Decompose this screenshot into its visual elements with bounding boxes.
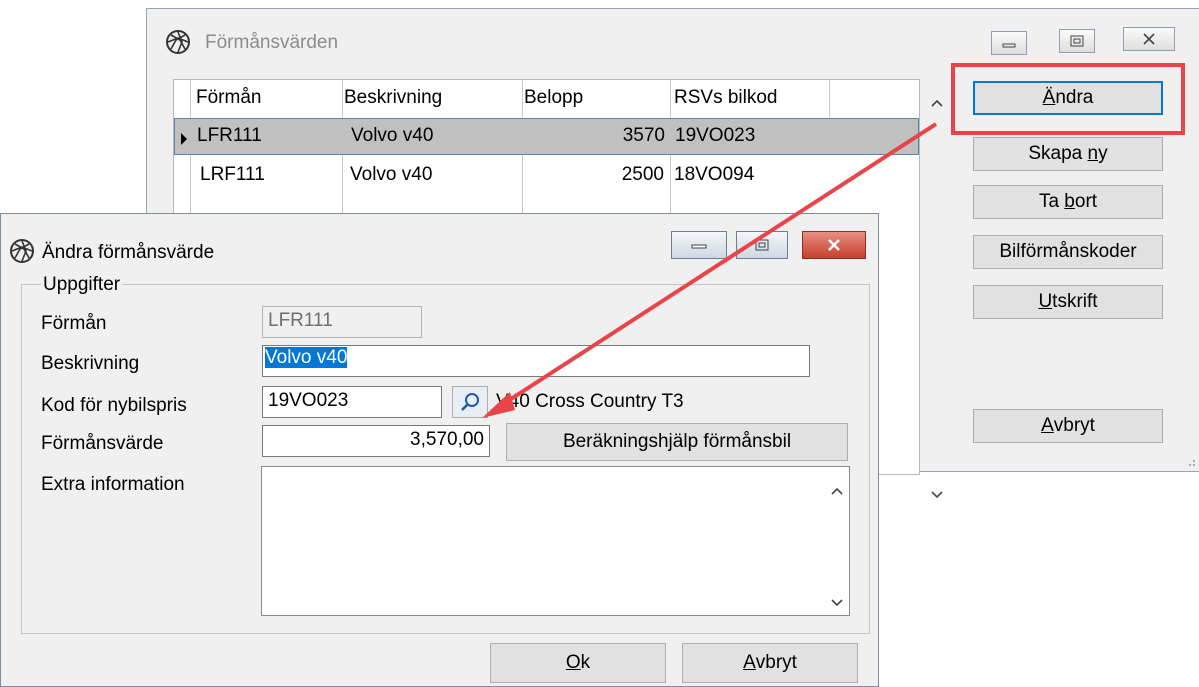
- window-title: Förmånsvärden: [205, 32, 339, 53]
- andra-highlight-callout: [951, 63, 1185, 135]
- lookup-button[interactable]: [452, 386, 488, 418]
- label-forman: Förmån: [41, 313, 107, 334]
- label-extra: Extra information: [41, 474, 185, 495]
- title-bar: Förmånsvärden: [147, 9, 1199, 69]
- kod-input[interactable]: 19VO023: [262, 386, 442, 418]
- ta-bort-label-mnemonic: b: [1064, 191, 1075, 212]
- label-kod: Kod för nybilspris: [41, 395, 187, 416]
- avbryt-label-mnemonic: A: [743, 652, 756, 673]
- maximize-icon: [1070, 35, 1084, 47]
- grid-divider: [829, 80, 830, 118]
- avbryt-label-mnemonic: A: [1041, 415, 1054, 436]
- col-header-belopp[interactable]: Belopp: [524, 87, 583, 109]
- beskrivning-value: Volvo v40: [265, 347, 348, 368]
- ok-button[interactable]: Ok: [490, 643, 666, 683]
- scroll-down-icon[interactable]: [831, 591, 843, 613]
- col-header-bilkod[interactable]: RSVs bilkod: [674, 87, 778, 109]
- dialog-close-button[interactable]: [802, 231, 866, 259]
- dialog-title-bar: Ändra förmånsvärde: [1, 214, 878, 270]
- app-icon: [9, 238, 35, 264]
- skapa-ny-label-post: y: [1098, 143, 1108, 164]
- utskrift-label-post: tskrift: [1052, 291, 1098, 312]
- skapa-ny-label-pre: Skapa: [1028, 143, 1088, 164]
- dialog-minimize-button[interactable]: [671, 231, 727, 259]
- minimize-button[interactable]: [991, 31, 1027, 55]
- formansvarde-value: 3,570,00: [410, 429, 484, 450]
- cell-belopp: 2500: [621, 164, 664, 185]
- berakningshjalp-label: Beräkningshjälp förmånsbil: [562, 431, 792, 452]
- close-button[interactable]: [1123, 27, 1175, 51]
- formansvarde-input[interactable]: 3,570,00: [262, 425, 490, 457]
- close-icon: [828, 239, 840, 251]
- ta-bort-label-post: ort: [1074, 191, 1098, 212]
- berakningshjalp-button[interactable]: Beräkningshjälp förmånsbil: [506, 423, 848, 461]
- minimize-icon: [1002, 43, 1016, 48]
- dialog-maximize-button[interactable]: [736, 231, 788, 259]
- label-formansvarde: Förmånsvärde: [41, 433, 164, 454]
- dialog-avbryt-button[interactable]: Avbryt: [682, 643, 858, 683]
- avbryt-label-post: vbryt: [755, 652, 797, 673]
- avbryt-label-post: vbryt: [1053, 415, 1095, 436]
- ok-label-post: k: [580, 652, 591, 673]
- close-icon: [1143, 33, 1155, 45]
- maximize-button[interactable]: [1059, 29, 1095, 53]
- beskrivning-input[interactable]: Volvo v40: [262, 345, 810, 377]
- col-header-beskrivning[interactable]: Beskrivning: [344, 87, 442, 109]
- ta-bort-button[interactable]: Ta b ort: [973, 185, 1163, 219]
- group-label-uppgifter: Uppgifter: [41, 274, 123, 296]
- bilformanskoder-label: Bilförmånskoder: [999, 241, 1137, 262]
- skapa-ny-button[interactable]: Skapa ny: [973, 137, 1163, 171]
- table-row[interactable]: LRF111 Volvo v40 2500 18VO094: [174, 158, 919, 195]
- kod-description: V40 Cross Country T3: [496, 391, 684, 412]
- ta-bort-label-pre: Ta: [1038, 191, 1065, 212]
- col-header-forman[interactable]: Förmån: [196, 87, 261, 109]
- search-icon: [461, 393, 479, 411]
- skapa-ny-label-mnemonic: n: [1087, 143, 1099, 164]
- cell-bilkod: 19VO023: [675, 125, 756, 146]
- scroll-up-icon[interactable]: [831, 479, 843, 501]
- forman-field: LFR111: [262, 306, 422, 338]
- resize-grip-icon[interactable]: [1184, 455, 1196, 467]
- app-icon: [165, 29, 191, 55]
- grid-header: Förmån Beskrivning Belopp RSVs bilkod: [174, 80, 919, 119]
- dialog-title: Ändra förmånsvärde: [42, 242, 215, 263]
- row-indicator-icon: [181, 133, 187, 145]
- table-row[interactable]: LFR111 Volvo v40 3570 19VO023: [174, 118, 919, 155]
- bilformanskoder-button[interactable]: Bilförmånskoder: [973, 235, 1163, 269]
- minimize-icon: [691, 244, 707, 249]
- cell-beskrivning: Volvo v40: [351, 125, 434, 146]
- scroll-up-icon[interactable]: [927, 93, 947, 113]
- grid-scrollbar[interactable]: [927, 79, 947, 499]
- extra-information-textarea[interactable]: [261, 466, 850, 616]
- cell-forman: LFR111: [197, 125, 262, 146]
- cell-bilkod: 18VO094: [674, 164, 755, 185]
- kod-value: 19VO023: [268, 390, 349, 411]
- cell-beskrivning: Volvo v40: [350, 164, 433, 185]
- ok-label-mnemonic: O: [565, 652, 581, 673]
- avbryt-button[interactable]: Avbryt: [973, 409, 1163, 443]
- utskrift-label-mnemonic: U: [1038, 291, 1053, 312]
- cell-belopp: 3570: [622, 125, 665, 146]
- forman-value: LFR111: [268, 310, 333, 331]
- scroll-down-icon[interactable]: [927, 485, 947, 505]
- cell-forman: LRF111: [200, 164, 265, 185]
- label-beskrivning: Beskrivning: [41, 353, 140, 374]
- maximize-icon: [755, 239, 769, 251]
- utskrift-button[interactable]: Utskrift: [973, 285, 1163, 319]
